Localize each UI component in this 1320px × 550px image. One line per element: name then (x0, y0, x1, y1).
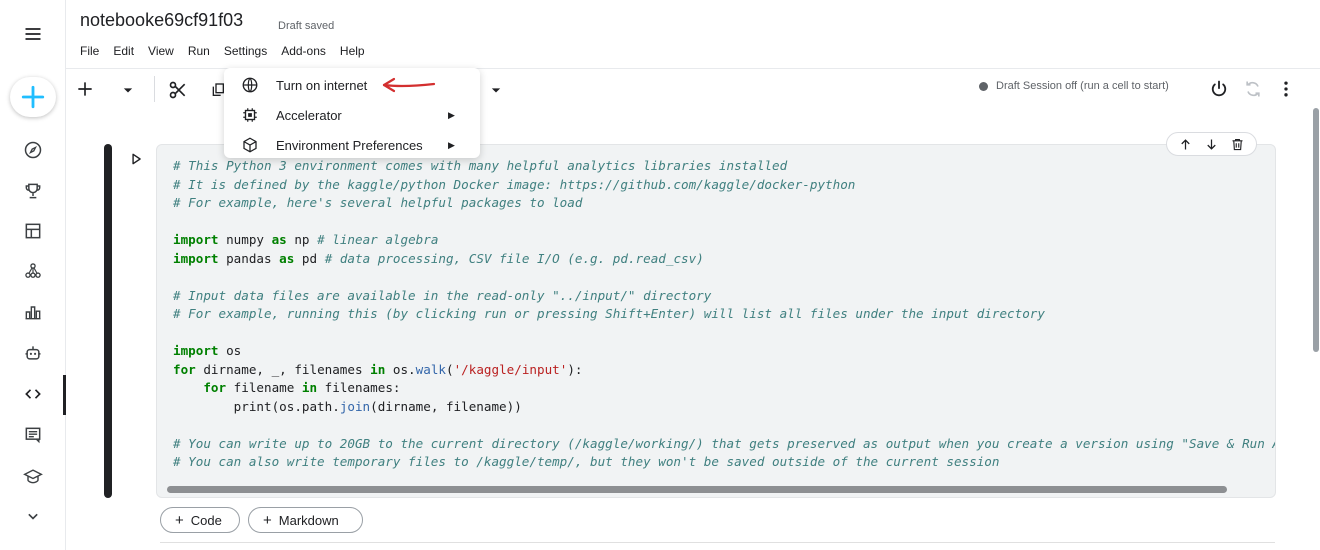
code-cell[interactable]: # This Python 3 environment comes with m… (156, 144, 1276, 498)
code-editor[interactable]: # This Python 3 environment comes with m… (173, 157, 1275, 472)
menu-run[interactable]: Run (188, 44, 210, 58)
trophy-icon[interactable] (0, 173, 66, 209)
restart-button[interactable] (1242, 78, 1264, 100)
create-button[interactable] (10, 77, 56, 117)
session-status-dot (979, 81, 988, 91)
menu-edit[interactable]: Edit (113, 44, 134, 58)
active-cell-indicator (104, 144, 112, 498)
refresh-icon (1246, 81, 1260, 97)
run-cell-button[interactable] (127, 150, 145, 168)
caret-down-icon (491, 88, 501, 93)
menu-settings[interactable]: Settings (224, 44, 267, 58)
create-icon (21, 85, 45, 109)
add-cell-dropdown[interactable] (118, 80, 138, 100)
robot-icon[interactable] (0, 335, 66, 371)
notebook-title[interactable]: notebooke69cf91f03 (80, 10, 243, 31)
cut-button[interactable] (166, 78, 190, 102)
plus-icon: + (263, 511, 272, 529)
menu-item-label: Environment Preferences (276, 137, 423, 153)
vertical-scrollbar[interactable] (1313, 108, 1319, 352)
cell-actions-toolbar (1166, 132, 1257, 156)
code-icon[interactable] (0, 376, 66, 412)
menu-item-label: Turn on internet (276, 77, 368, 93)
menu-bar: File Edit View Run Settings Add-ons Help (80, 44, 381, 58)
move-up-icon[interactable] (1178, 137, 1193, 152)
add-markdown-label: Markdown (278, 512, 339, 528)
delete-icon[interactable] (1230, 137, 1245, 152)
more-options-button[interactable] (1276, 78, 1296, 100)
menu-file[interactable]: File (80, 44, 99, 58)
plus-icon (78, 82, 92, 96)
add-code-label: Code (190, 512, 222, 528)
settings-dropdown-menu: Turn on internet Accelerator ▶ Environme… (224, 68, 480, 158)
caret-down-icon (123, 88, 133, 93)
menu-add-ons[interactable]: Add-ons (281, 44, 326, 58)
hamburger-menu-icon[interactable] (0, 16, 66, 52)
session-status-text: Draft Session off (run a cell to start) (996, 80, 1169, 92)
play-icon (132, 153, 141, 165)
menu-view[interactable]: View (148, 44, 174, 58)
active-nav-indicator (63, 375, 66, 415)
scissors-icon (169, 81, 186, 99)
box-icon (224, 136, 276, 154)
more-vert-icon (1284, 81, 1288, 97)
submenu-arrow-icon: ▶ (448, 109, 455, 120)
power-button[interactable] (1207, 77, 1231, 101)
add-code-cell-button[interactable]: + Code (160, 507, 240, 533)
toolbar-divider (154, 76, 155, 102)
menu-item-accelerator[interactable]: Accelerator ▶ (224, 100, 480, 130)
table-icon[interactable] (0, 213, 66, 249)
plus-icon: + (175, 511, 184, 529)
compass-icon[interactable] (0, 132, 66, 168)
power-icon (1211, 80, 1227, 97)
chart-icon[interactable] (0, 294, 66, 330)
draft-status: Draft saved (278, 20, 335, 32)
globe-icon (224, 76, 276, 94)
menu-item-environment-preferences[interactable]: Environment Preferences ▶ (224, 130, 480, 160)
menu-item-label: Accelerator (276, 107, 342, 123)
cell-type-dropdown[interactable] (486, 80, 506, 100)
models-icon[interactable] (0, 253, 66, 289)
comments-icon[interactable] (0, 417, 66, 453)
learn-icon[interactable] (0, 458, 66, 494)
add-cell-button[interactable] (74, 78, 96, 100)
submenu-arrow-icon: ▶ (448, 139, 455, 150)
menu-item-turn-on-internet[interactable]: Turn on internet (224, 70, 480, 100)
add-markdown-cell-button[interactable]: + Markdown (248, 507, 363, 533)
horizontal-scrollbar[interactable] (167, 486, 1227, 493)
left-nav-rail (0, 0, 66, 550)
cell-divider (160, 542, 1275, 543)
menu-help[interactable]: Help (340, 44, 365, 58)
chip-icon (224, 106, 276, 124)
annotation-arrow-icon (382, 77, 436, 93)
session-status: Draft Session off (run a cell to start) (979, 80, 1169, 92)
expand-icon[interactable] (0, 498, 66, 534)
move-down-icon[interactable] (1204, 137, 1219, 152)
